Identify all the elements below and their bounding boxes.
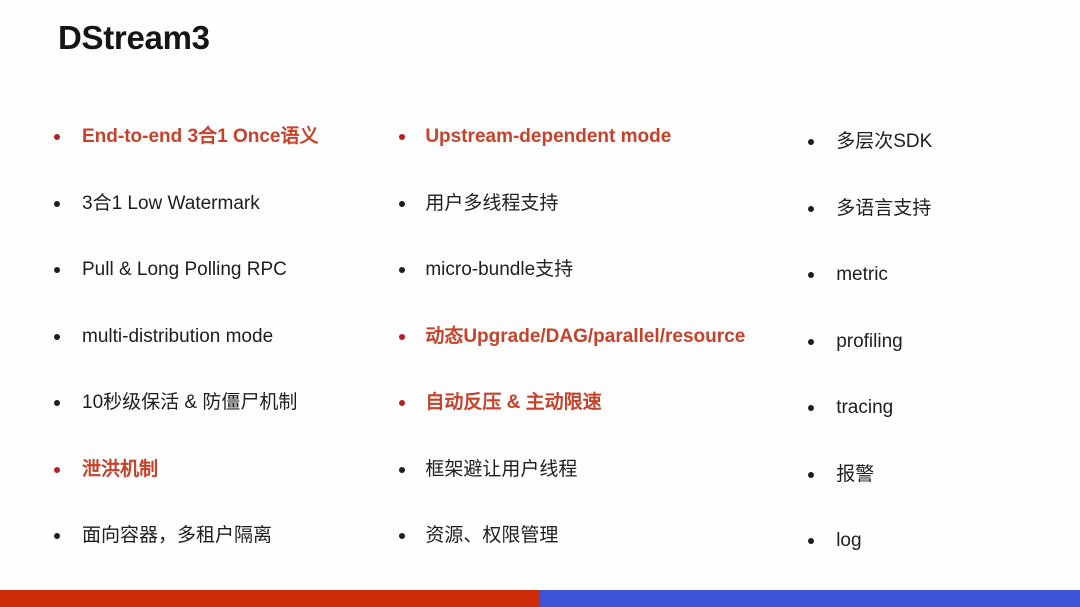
bullet-item-label: 框架避让用户线程 — [425, 458, 578, 480]
bullet-item-label: 3合1 Low Watermark — [82, 192, 260, 214]
page-title: DStream3 — [58, 19, 210, 56]
bullet-item-label: log — [836, 530, 862, 552]
bullet-dot-icon — [399, 134, 406, 141]
bullet-dot-icon — [808, 205, 815, 212]
bullet-dot-icon — [399, 466, 406, 473]
bullet-item-label: 多层次SDK — [836, 131, 933, 153]
bullet-item: 泄洪机制 — [48, 437, 385, 504]
bullet-item: 框架避让用户线程 — [393, 437, 790, 504]
bullet-dot-icon — [54, 134, 60, 141]
bullet-item-label: 多语言支持 — [836, 197, 932, 219]
bullet-dot-icon — [399, 200, 406, 207]
bullet-dot-icon — [808, 538, 815, 545]
bullet-dot-icon — [808, 338, 815, 345]
bullet-item: multi-distribution mode — [48, 304, 385, 371]
bullet-item: 用户多线程支持 — [393, 171, 790, 238]
bullet-item: 报警 — [802, 442, 1080, 509]
bullet-item-label: metric — [836, 264, 888, 286]
bullet-dot-icon — [808, 139, 815, 146]
bullet-item-label: 泄洪机制 — [82, 458, 159, 480]
bullet-dot-icon — [808, 272, 815, 279]
bullet-dot-icon — [54, 200, 60, 207]
bullet-item-label: 报警 — [836, 463, 875, 485]
bullet-item: micro-bundle支持 — [393, 237, 790, 304]
bullet-columns-container: End-to-end 3合1 Once语义 3合1 Low Watermark Pu… — [0, 104, 1080, 566]
bullet-item: 多层次SDK — [802, 109, 1080, 176]
bullet-item-label: multi-distribution mode — [82, 325, 274, 347]
bullet-dot-icon — [399, 333, 406, 340]
bullet-dot-icon — [399, 533, 406, 540]
footer-bar-left-segment — [0, 590, 540, 607]
bullet-item: 多语言支持 — [802, 176, 1080, 243]
bullet-item: profiling — [802, 309, 1080, 376]
bullet-dot-icon — [399, 267, 406, 274]
bullet-item-label: 10秒级保活 & 防僵尸机制 — [82, 392, 298, 414]
bullet-item-label: End-to-end 3合1 Once语义 — [82, 126, 319, 148]
bullet-item: 面向容器，多租户隔离 — [48, 503, 385, 570]
bullet-list-1: End-to-end 3合1 Once语义 3合1 Low Watermark Pu… — [48, 104, 385, 570]
footer-accent-bar — [0, 590, 1080, 607]
bullet-item: 动态Upgrade/DAG/parallel/resource — [393, 304, 790, 371]
bullet-dot-icon — [808, 405, 815, 412]
bullet-item: 3合1 Low Watermark — [48, 171, 385, 238]
bullet-item: 自动反压 & 主动限速 — [393, 370, 790, 437]
bullet-dot-icon — [54, 533, 60, 540]
bullet-dot-icon — [54, 333, 60, 340]
bullet-item-label: 面向容器，多租户隔离 — [82, 525, 273, 547]
bullet-dot-icon — [54, 466, 60, 473]
bullet-dot-icon — [399, 400, 406, 407]
bullet-dot-icon — [808, 471, 815, 478]
bullet-list-2: Upstream-dependent mode 用户多线程支持 micro-bund… — [393, 104, 790, 570]
bullet-item: End-to-end 3合1 Once语义 — [48, 104, 385, 171]
bullet-item-label: 自动反压 & 主动限速 — [425, 392, 602, 414]
bullet-item-label: Pull & Long Polling RPC — [82, 259, 287, 281]
bullet-item: log — [802, 508, 1080, 575]
bullet-item: Upstream-dependent mode — [393, 104, 790, 171]
bullet-item-label: micro-bundle支持 — [425, 259, 574, 281]
footer-bar-right-segment — [540, 590, 1080, 607]
bullet-column-2: Upstream-dependent mode 用户多线程支持 micro-bund… — [385, 104, 790, 566]
bullet-item-label: Upstream-dependent mode — [425, 126, 672, 148]
bullet-item-label: profiling — [836, 330, 903, 352]
bullet-column-1: End-to-end 3合1 Once语义 3合1 Low Watermark Pu… — [0, 104, 385, 566]
bullet-item: metric — [802, 242, 1080, 309]
bullet-dot-icon — [54, 267, 60, 274]
bullet-item-label: 用户多线程支持 — [425, 192, 559, 214]
bullet-item-label: tracing — [836, 397, 894, 419]
bullet-item: tracing — [802, 375, 1080, 442]
bullet-list-3: 多层次SDK 多语言支持 metric profiling tracing 报警 log — [802, 109, 1080, 575]
bullet-column-3: 多层次SDK 多语言支持 metric profiling tracing 报警 log — [790, 104, 1080, 566]
slide-canvas: DStream3 End-to-end 3合1 Once语义 3合1 Low Wa… — [0, 0, 1080, 607]
bullet-item: Pull & Long Polling RPC — [48, 237, 385, 304]
bullet-dot-icon — [54, 400, 60, 407]
bullet-item-label: 资源、权限管理 — [425, 525, 559, 547]
bullet-item: 资源、权限管理 — [393, 503, 790, 570]
bullet-item: 10秒级保活 & 防僵尸机制 — [48, 370, 385, 437]
bullet-item-label: 动态Upgrade/DAG/parallel/resource — [425, 325, 746, 347]
